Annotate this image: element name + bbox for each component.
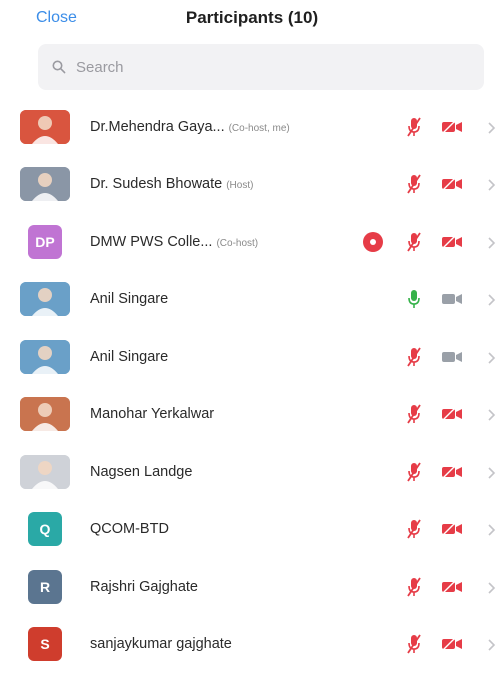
- participant-row[interactable]: Nagsen Landge: [0, 443, 504, 501]
- avatar-initials: S: [28, 627, 62, 661]
- participant-role-tag: (Co-host, me): [229, 123, 290, 134]
- chevron-right-icon[interactable]: [488, 121, 496, 133]
- chevron-right-icon[interactable]: [488, 293, 496, 305]
- video-camera-icon[interactable]: [441, 637, 463, 651]
- participant-row[interactable]: Anil Singare: [0, 271, 504, 329]
- microphone-muted-icon[interactable]: [406, 518, 422, 540]
- avatar-initials: Q: [28, 512, 62, 546]
- participant-name-text: QCOM-BTD: [90, 521, 169, 537]
- participant-row[interactable]: Dr. Sudesh Bhowate (Host): [0, 156, 504, 214]
- search-input[interactable]: [74, 58, 458, 77]
- participant-name: Nagsen Landge: [90, 464, 192, 480]
- video-camera-icon[interactable]: [441, 120, 463, 134]
- participant-name: sanjaykumar gajghate: [90, 636, 232, 652]
- participant-row[interactable]: Ssanjaykumar gajghate: [0, 616, 504, 673]
- participant-name: Anil Singare: [90, 291, 168, 307]
- video-camera-icon[interactable]: [441, 177, 463, 191]
- microphone-muted-icon[interactable]: [406, 576, 422, 598]
- header-bar: Close Participants (10): [0, 0, 504, 36]
- avatar: S: [20, 627, 70, 661]
- participant-role-tag: (Co-host): [216, 238, 258, 249]
- participant-row[interactable]: Q QCOM-BTD: [0, 501, 504, 559]
- avatar: [20, 397, 70, 431]
- participant-name: Rajshri Gajghate: [90, 579, 198, 595]
- participant-name: DMW PWS Colle... (Co-host): [90, 234, 258, 250]
- microphone-muted-icon[interactable]: [406, 116, 422, 138]
- avatar: DP: [20, 225, 70, 259]
- participant-list: Dr.Mehendra Gaya... (Co-host, me) Dr. Sude…: [0, 98, 504, 673]
- participant-name-text: Nagsen Landge: [90, 464, 192, 480]
- avatar: [20, 340, 70, 374]
- chevron-right-icon[interactable]: [488, 236, 496, 248]
- microphone-muted-icon[interactable]: [406, 346, 422, 368]
- avatar-initials: DP: [28, 225, 62, 259]
- chevron-right-icon[interactable]: [488, 581, 496, 593]
- video-camera-icon[interactable]: [441, 465, 463, 479]
- chevron-right-icon[interactable]: [488, 351, 496, 363]
- participant-name-text: Anil Singare: [90, 349, 168, 365]
- recording-icon: [363, 232, 383, 252]
- avatar-initials: R: [28, 570, 62, 604]
- chevron-right-icon[interactable]: [488, 523, 496, 535]
- participant-name-text: Dr. Sudesh Bhowate: [90, 176, 222, 192]
- microphone-muted-icon[interactable]: [406, 403, 422, 425]
- participant-name-text: DMW PWS Colle...: [90, 234, 212, 250]
- participant-name-text: Anil Singare: [90, 291, 168, 307]
- participant-row[interactable]: DP DMW PWS Colle... (Co-host): [0, 213, 504, 271]
- participant-row[interactable]: Manohar Yerkalwar: [0, 386, 504, 444]
- video-camera-icon[interactable]: [441, 580, 463, 594]
- participant-name: Anil Singare: [90, 349, 168, 365]
- microphone-muted-icon[interactable]: [406, 231, 422, 253]
- video-camera-icon[interactable]: [441, 407, 463, 421]
- participant-name-text: Dr.Mehendra Gaya...: [90, 119, 225, 135]
- chevron-right-icon[interactable]: [488, 638, 496, 650]
- avatar: [20, 167, 70, 201]
- chevron-right-icon[interactable]: [488, 466, 496, 478]
- chevron-right-icon[interactable]: [488, 408, 496, 420]
- participant-name-text: Rajshri Gajghate: [90, 579, 198, 595]
- search-icon: [52, 60, 66, 74]
- participant-name: Dr.Mehendra Gaya... (Co-host, me): [90, 119, 290, 135]
- participant-name-text: Manohar Yerkalwar: [90, 406, 214, 422]
- avatar: R: [20, 570, 70, 604]
- avatar: [20, 455, 70, 489]
- page-title: Participants (10): [0, 8, 504, 28]
- video-camera-icon[interactable]: [441, 292, 463, 306]
- participant-name: QCOM-BTD: [90, 521, 169, 537]
- participant-name: Dr. Sudesh Bhowate (Host): [90, 176, 253, 192]
- avatar: Q: [20, 512, 70, 546]
- participant-row[interactable]: Dr.Mehendra Gaya... (Co-host, me): [0, 98, 504, 156]
- chevron-right-icon[interactable]: [488, 178, 496, 190]
- microphone-muted-icon[interactable]: [406, 173, 422, 195]
- participant-row[interactable]: R Rajshri Gajghate: [0, 558, 504, 616]
- microphone-muted-icon[interactable]: [406, 461, 422, 483]
- avatar: [20, 282, 70, 316]
- microphone-icon[interactable]: [406, 288, 422, 310]
- avatar: [20, 110, 70, 144]
- video-camera-icon[interactable]: [441, 350, 463, 364]
- video-camera-icon[interactable]: [441, 522, 463, 536]
- search-bar[interactable]: [38, 44, 484, 90]
- participant-role-tag: (Host): [226, 180, 253, 191]
- participant-row[interactable]: Anil Singare: [0, 328, 504, 386]
- microphone-muted-icon[interactable]: [406, 633, 422, 655]
- participant-name-text: sanjaykumar gajghate: [90, 636, 232, 652]
- participant-name: Manohar Yerkalwar: [90, 406, 214, 422]
- video-camera-icon[interactable]: [441, 235, 463, 249]
